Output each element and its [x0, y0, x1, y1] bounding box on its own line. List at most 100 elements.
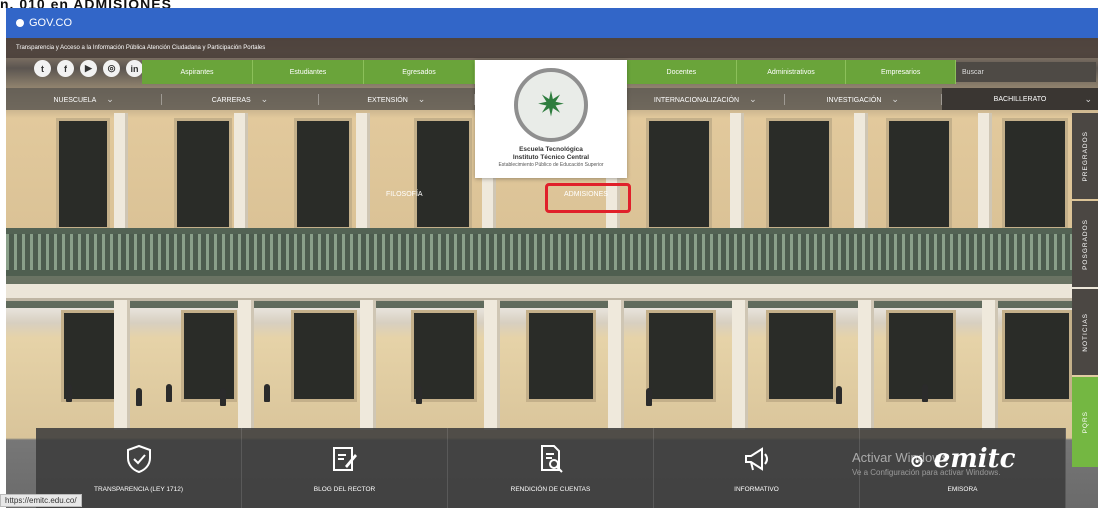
- quick-link-label: INFORMATIVO: [734, 485, 779, 493]
- window: [526, 310, 596, 402]
- browser-status-url: https://emitc.edu.co/: [0, 494, 82, 507]
- edit-note-icon: [331, 444, 359, 476]
- top-utility-strip: Transparencia y Acceso a la Información …: [6, 38, 1098, 58]
- window: [1002, 118, 1068, 230]
- column: [858, 300, 874, 430]
- hero-banner: Transparencia y Acceso a la Información …: [6, 38, 1098, 508]
- audience-bar-left: Aspirantes Estudiantes Egresados: [142, 60, 475, 84]
- side-tabs: PREGRADOS POSGRADOS NOTICIAS PQRS: [1072, 113, 1098, 469]
- column: [482, 178, 496, 228]
- document-search-icon: [537, 444, 565, 476]
- column: [356, 113, 370, 228]
- submenu-filosofia[interactable]: FILOSOFÍA: [386, 191, 423, 198]
- person-figure: [220, 388, 226, 406]
- linkedin-icon[interactable]: in: [126, 60, 143, 77]
- institution-logo[interactable]: ✷ Escuela Tecnológica Instituto Técnico C…: [475, 60, 627, 178]
- window: [1002, 310, 1072, 402]
- nav-label: NUESCUELA: [53, 96, 97, 104]
- admisiones-highlight: [545, 183, 631, 213]
- column: [730, 113, 744, 228]
- gov-co-text: GOV.CO: [29, 17, 72, 29]
- shield-check-icon: [125, 444, 153, 476]
- chevron-down-icon: ⌄: [417, 93, 426, 104]
- window: [766, 118, 832, 230]
- nav-investigacion[interactable]: INVESTIGACIÓN ⌄: [785, 93, 942, 105]
- person-figure: [416, 386, 422, 404]
- balcony-railing: [6, 228, 1098, 276]
- nav-estudiantes[interactable]: Estudiantes: [253, 60, 364, 84]
- chevron-down-icon: ⌄: [891, 93, 899, 104]
- window: [414, 118, 472, 230]
- column: [360, 300, 376, 430]
- column: [608, 300, 624, 430]
- nav-bachillerato[interactable]: BACHILLERATO ⌄: [942, 88, 1098, 110]
- side-tab-label: NOTICIAS: [1081, 312, 1089, 352]
- nav-carreras[interactable]: CARRERAS ⌄: [162, 93, 319, 105]
- cornice: [6, 284, 1098, 301]
- audience-bar-right: Docentes Administrativos Empresarios: [627, 60, 957, 84]
- logo-line1: Escuela Tecnológica: [519, 146, 583, 153]
- main-nav-right: INTERNACIONALIZACIÓN ⌄ INVESTIGACIÓN ⌄: [627, 88, 942, 110]
- person-figure: [836, 386, 842, 404]
- chevron-down-icon: ⌄: [1084, 93, 1092, 104]
- gov-co-logo[interactable]: GOV.CO: [16, 17, 72, 29]
- nav-administrativos[interactable]: Administrativos: [737, 60, 847, 84]
- window: [886, 118, 952, 230]
- window: [766, 310, 836, 402]
- youtube-icon[interactable]: ▶: [80, 60, 97, 77]
- side-tab-pregrados[interactable]: PREGRADOS: [1072, 113, 1098, 199]
- quick-link-informativo[interactable]: INFORMATIVO: [654, 428, 860, 508]
- nav-label: BACHILLERATO: [993, 95, 1047, 103]
- chevron-down-icon: ⌄: [106, 93, 114, 104]
- window: [56, 118, 110, 230]
- search-box[interactable]: Buscar: [956, 62, 1096, 82]
- star-emblem-icon: ✷: [514, 68, 588, 142]
- window: [174, 118, 232, 230]
- nav-internacionalizacion[interactable]: INTERNACIONALIZACIÓN ⌄: [627, 93, 785, 105]
- column: [484, 300, 500, 430]
- column: [238, 300, 254, 430]
- quick-link-blog[interactable]: BLOG DEL RECTOR: [242, 428, 448, 508]
- nav-extension[interactable]: EXTENSIÓN ⌄: [319, 93, 475, 105]
- column: [854, 113, 868, 228]
- window: [646, 118, 712, 230]
- nav-nuescuela[interactable]: NUESCUELA ⌄: [6, 93, 163, 105]
- search-label: Buscar: [962, 68, 984, 76]
- side-tab-noticias[interactable]: NOTICIAS: [1072, 289, 1098, 375]
- nav-egresados[interactable]: Egresados: [364, 60, 475, 84]
- side-tab-label: PQRS: [1081, 410, 1089, 434]
- main-nav-left: NUESCUELA ⌄ CARRERAS ⌄ EXTENSIÓN ⌄: [6, 88, 475, 110]
- logo-subtitle: Establecimiento Público de Educación Sup…: [498, 162, 604, 168]
- windows-watermark-subtitle: Ve a Configuración para activar Windows.: [852, 468, 1001, 477]
- nav-label: INVESTIGACIÓN: [826, 96, 882, 104]
- side-tab-pqrs[interactable]: PQRS: [1072, 377, 1098, 467]
- windows-watermark-title: Activar Windows: [852, 450, 949, 465]
- quick-link-label: BLOG DEL RECTOR: [313, 485, 376, 493]
- instagram-icon[interactable]: ◎: [103, 60, 120, 77]
- logo-line2: Instituto Técnico Central: [512, 154, 590, 161]
- person-figure: [646, 388, 652, 406]
- quick-link-label: RENDICIÓN DE CUENTAS: [510, 485, 591, 493]
- twitter-icon[interactable]: t: [34, 60, 51, 77]
- nav-label: EXTENSIÓN: [367, 96, 408, 104]
- nav-aspirantes[interactable]: Aspirantes: [142, 60, 253, 84]
- side-tab-label: POSGRADOS: [1081, 218, 1089, 270]
- nav-docentes[interactable]: Docentes: [627, 60, 737, 84]
- column: [732, 300, 748, 430]
- person-figure: [136, 388, 142, 406]
- facebook-icon[interactable]: f: [57, 60, 74, 77]
- person-figure: [264, 384, 270, 402]
- person-figure: [66, 384, 72, 402]
- window: [181, 310, 237, 402]
- gov-co-bar: GOV.CO: [6, 8, 1098, 38]
- side-tab-label: PREGRADOS: [1081, 130, 1089, 182]
- nav-empresarios[interactable]: Empresarios: [846, 60, 957, 84]
- window: [886, 310, 956, 402]
- top-links[interactable]: Transparencia y Acceso a la Información …: [16, 45, 265, 51]
- side-tab-posgrados[interactable]: POSGRADOS: [1072, 201, 1098, 287]
- column: [114, 300, 130, 430]
- quick-link-rendicion[interactable]: RENDICIÓN DE CUENTAS: [448, 428, 654, 508]
- person-figure: [166, 384, 172, 402]
- quick-link-label: TRANSPARENCIA (LEY 1712): [94, 485, 183, 493]
- column: [234, 113, 248, 228]
